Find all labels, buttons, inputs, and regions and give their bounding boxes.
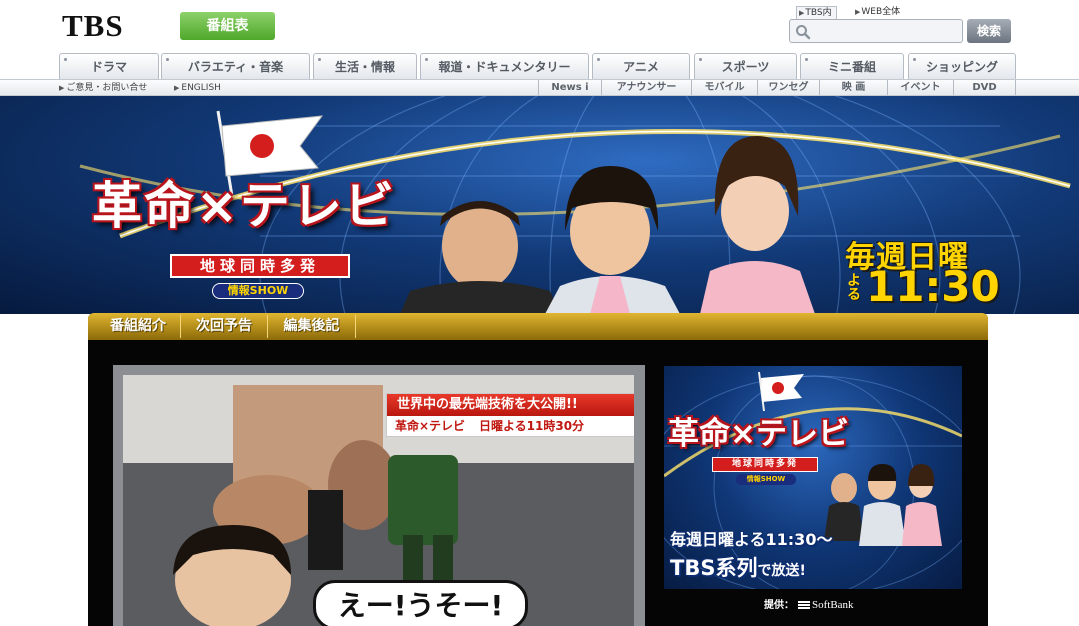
- triangle-right-icon: ▶: [59, 84, 65, 92]
- search-input[interactable]: [814, 23, 958, 39]
- tab-shopping[interactable]: ショッピング: [908, 53, 1016, 79]
- site-header: TBS 番組表 ▶TBS内 ▶WEB全体 検索: [0, 0, 1079, 52]
- search-button[interactable]: 検索: [967, 19, 1011, 43]
- presenter-center: [545, 166, 680, 314]
- subnav-mobile[interactable]: モバイル: [692, 80, 758, 95]
- search-icon: [796, 25, 811, 40]
- program-schedule-button[interactable]: 番組表: [180, 12, 275, 40]
- video-banner-headline: 世界中の最先端技術を大公開!!: [387, 394, 634, 416]
- video-banner: 世界中の最先端技術を大公開!! 革命×テレビ 日曜よる11時30分: [386, 393, 634, 437]
- triangle-right-icon: ▶: [855, 8, 861, 16]
- sponsor-credit: 提供： SoftBank: [764, 596, 854, 611]
- hero-schedule-time: 11:30: [866, 262, 1000, 311]
- subnav-dvd[interactable]: DVD: [954, 80, 1016, 95]
- promo-network: TBS系列で放送!: [670, 552, 806, 582]
- tab-program-intro[interactable]: 番組紹介: [96, 315, 181, 338]
- sub-navigation: ▶ ご意見・お問い合せ ▶ ENGLISH News i アナウンサー モバイル ワ…: [0, 79, 1079, 96]
- tab-lifestyle-info[interactable]: 生活・情報: [313, 53, 417, 79]
- video-player[interactable]: 世界中の最先端技術を大公開!! 革命×テレビ 日曜よる11時30分 えー!うそー…: [113, 365, 645, 626]
- subnav-movie[interactable]: 映 画: [820, 80, 888, 95]
- tab-editors-note[interactable]: 編集後記: [268, 315, 356, 338]
- presenter-left: [400, 201, 560, 314]
- tab-sports[interactable]: スポーツ: [694, 53, 797, 79]
- genre-navigation: ドラマ バラエティ・音楽 生活・情報 報道・ドキュメンタリー アニメ スポーツ …: [0, 52, 1079, 79]
- promo-banner[interactable]: 革命×テレビ 地球同時多発 情報SHOW 毎週日曜よる11:30〜 TBS系列で…: [664, 366, 962, 589]
- subnav-news-i[interactable]: News i: [538, 80, 602, 95]
- search-scope-tbs[interactable]: ▶TBS内: [796, 6, 837, 19]
- sponsor-label: 提供：: [764, 600, 794, 611]
- hero-banner: 革命×テレビ 地球同時多発 情報SHOW 毎週日曜 よる 11:30: [0, 96, 1079, 314]
- content-tab-bar: 番組紹介 次回予告 編集後記: [88, 313, 988, 340]
- search-box: [789, 19, 963, 43]
- subnav-event[interactable]: イベント: [888, 80, 954, 95]
- promo-title: 革命×テレビ: [668, 416, 849, 452]
- hero-show-badge: 情報SHOW: [212, 283, 304, 299]
- english-link[interactable]: ▶ ENGLISH: [174, 81, 221, 95]
- tab-mini-programs[interactable]: ミニ番組: [800, 53, 904, 79]
- tbs-logo[interactable]: TBS: [62, 8, 124, 44]
- hero-program-title: 革命×テレビ: [92, 177, 396, 235]
- tab-drama[interactable]: ドラマ: [59, 53, 159, 79]
- tab-variety-music[interactable]: バラエティ・音楽: [161, 53, 310, 79]
- promo-show-badge: 情報SHOW: [736, 474, 796, 485]
- content-panel: 番組紹介 次回予告 編集後記 世界中の最先端技術を大公開!! 革命×テレビ 日曜…: [88, 313, 988, 626]
- subnav-oneseg[interactable]: ワンセグ: [758, 80, 820, 95]
- video-caption: えー!うそー!: [313, 580, 528, 626]
- tab-news-documentary[interactable]: 報道・ドキュメンタリー: [420, 53, 589, 79]
- triangle-right-icon: ▶: [174, 84, 180, 92]
- video-frame: 世界中の最先端技術を大公開!! 革命×テレビ 日曜よる11時30分 えー!うそー…: [123, 375, 634, 626]
- subnav-announcer[interactable]: アナウンサー: [602, 80, 692, 95]
- promo-subtitle: 地球同時多発: [712, 457, 818, 472]
- presenter-right: [700, 136, 815, 314]
- tab-anime[interactable]: アニメ: [592, 53, 690, 79]
- sponsor-name: SoftBank: [812, 599, 854, 611]
- search-scope-web[interactable]: ▶WEB全体: [853, 6, 904, 19]
- video-banner-schedule: 日曜よる11時30分: [479, 419, 585, 433]
- tab-next-preview[interactable]: 次回予告: [181, 315, 268, 338]
- video-banner-logo: 革命×テレビ: [395, 419, 466, 433]
- promo-network-main: TBS系列: [670, 556, 758, 580]
- page: TBS 番組表 ▶TBS内 ▶WEB全体 検索 ドラマ バラエティ・音楽 生活・…: [0, 0, 1079, 626]
- softbank-logo-icon: [798, 601, 810, 609]
- triangle-right-icon: ▶: [799, 9, 805, 17]
- promo-schedule: 毎週日曜よる11:30〜: [670, 530, 833, 549]
- hero-schedule-yoru: よる: [847, 273, 861, 303]
- hero-subtitle: 地球同時多発: [170, 254, 350, 278]
- feedback-link[interactable]: ▶ ご意見・お問い合せ: [59, 81, 147, 95]
- promo-network-suffix: で放送!: [757, 563, 806, 579]
